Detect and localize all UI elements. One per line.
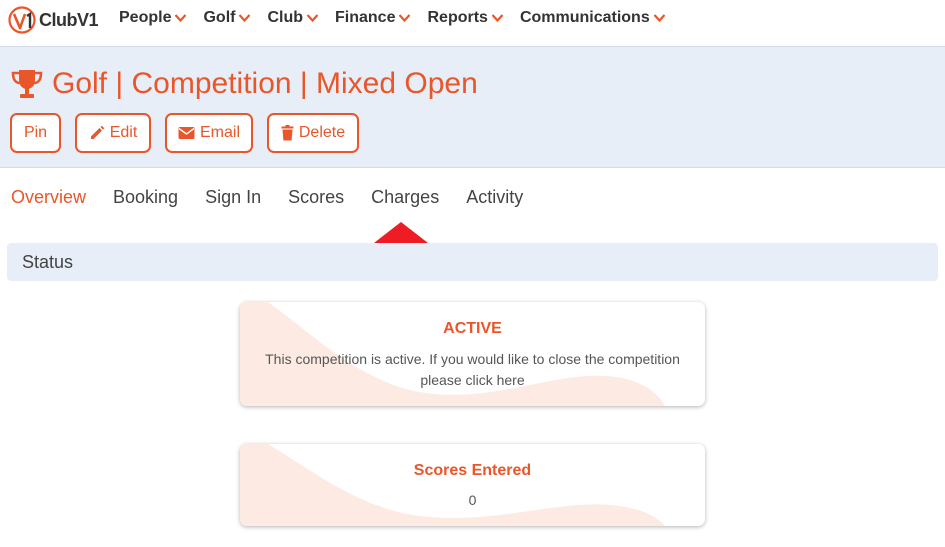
active-card-message[interactable]: This competition is active. If you would… bbox=[240, 349, 705, 391]
clubv1-logo[interactable]: ClubV1 bbox=[8, 6, 99, 34]
scores-card-title: Scores Entered bbox=[413, 462, 532, 479]
chevron-down-icon bbox=[175, 14, 187, 23]
pin-button-label: Pin bbox=[23, 124, 48, 141]
top-navbar: ClubV1 People Golf Club Finance Reports … bbox=[0, 0, 945, 46]
chevron-down-icon bbox=[306, 14, 319, 23]
trophy-icon bbox=[11, 70, 43, 98]
tab-activity[interactable]: Activity bbox=[466, 187, 523, 208]
chevron-down-icon bbox=[239, 14, 251, 23]
tab-bar: Overview Booking Sign In Scores Charges … bbox=[11, 187, 550, 208]
scores-entered-card: Scores Entered 0 bbox=[240, 444, 705, 526]
main-nav: People Golf Club Finance Reports Communi… bbox=[119, 9, 682, 27]
action-buttons: Pin Edit Email Delete bbox=[10, 113, 373, 153]
email-button[interactable]: Email bbox=[165, 113, 253, 153]
envelope-icon bbox=[178, 127, 195, 139]
nav-reports-label: Reports bbox=[427, 9, 488, 26]
status-section-header: Status bbox=[7, 243, 938, 281]
nav-finance-label: Finance bbox=[335, 9, 396, 26]
nav-golf[interactable]: Golf bbox=[203, 9, 251, 27]
scores-entered-count: 0 bbox=[468, 492, 477, 508]
nav-golf-label: Golf bbox=[203, 9, 236, 26]
tab-sign-in[interactable]: Sign In bbox=[205, 187, 261, 208]
nav-club-label: Club bbox=[267, 9, 304, 26]
nav-reports[interactable]: Reports bbox=[427, 9, 504, 27]
delete-button[interactable]: Delete bbox=[267, 113, 359, 153]
chevron-down-icon bbox=[491, 14, 504, 23]
active-card-title: ACTIVE bbox=[443, 320, 502, 337]
nav-finance[interactable]: Finance bbox=[335, 9, 411, 27]
pin-button[interactable]: Pin bbox=[10, 113, 61, 153]
nav-communications-label: Communications bbox=[519, 9, 650, 26]
status-heading: Status bbox=[22, 251, 74, 272]
tab-charges[interactable]: Charges bbox=[371, 187, 439, 208]
active-card-line1: This competition is active. If you would… bbox=[265, 351, 680, 367]
card-background-decoration bbox=[240, 444, 665, 526]
pencil-icon bbox=[90, 125, 105, 139]
brand-name: ClubV1 bbox=[39, 9, 99, 30]
tab-overview[interactable]: Overview bbox=[11, 187, 86, 208]
page-header: Golf | Competition | Mixed Open Pin Edit… bbox=[0, 46, 945, 168]
page-title: Golf | Competition | Mixed Open bbox=[10, 67, 478, 101]
edit-button[interactable]: Edit bbox=[75, 113, 151, 153]
email-button-label: Email bbox=[199, 124, 240, 141]
trash-icon bbox=[281, 125, 294, 141]
tab-booking[interactable]: Booking bbox=[113, 187, 178, 208]
chevron-down-icon bbox=[653, 14, 666, 23]
nav-club[interactable]: Club bbox=[267, 9, 319, 27]
delete-button-label: Delete bbox=[298, 124, 346, 141]
page-title-text: Golf | Competition | Mixed Open bbox=[52, 67, 478, 100]
active-status-card[interactable]: ACTIVE This competition is active. If yo… bbox=[240, 302, 705, 406]
nav-people-label: People bbox=[119, 9, 172, 26]
close-competition-link[interactable]: please click here bbox=[240, 370, 705, 391]
chevron-down-icon bbox=[399, 14, 411, 23]
tab-scores[interactable]: Scores bbox=[288, 187, 344, 208]
nav-communications[interactable]: Communications bbox=[520, 9, 666, 27]
edit-button-label: Edit bbox=[109, 124, 138, 141]
nav-people[interactable]: People bbox=[119, 9, 187, 27]
clubv1-logo-icon bbox=[8, 6, 36, 34]
